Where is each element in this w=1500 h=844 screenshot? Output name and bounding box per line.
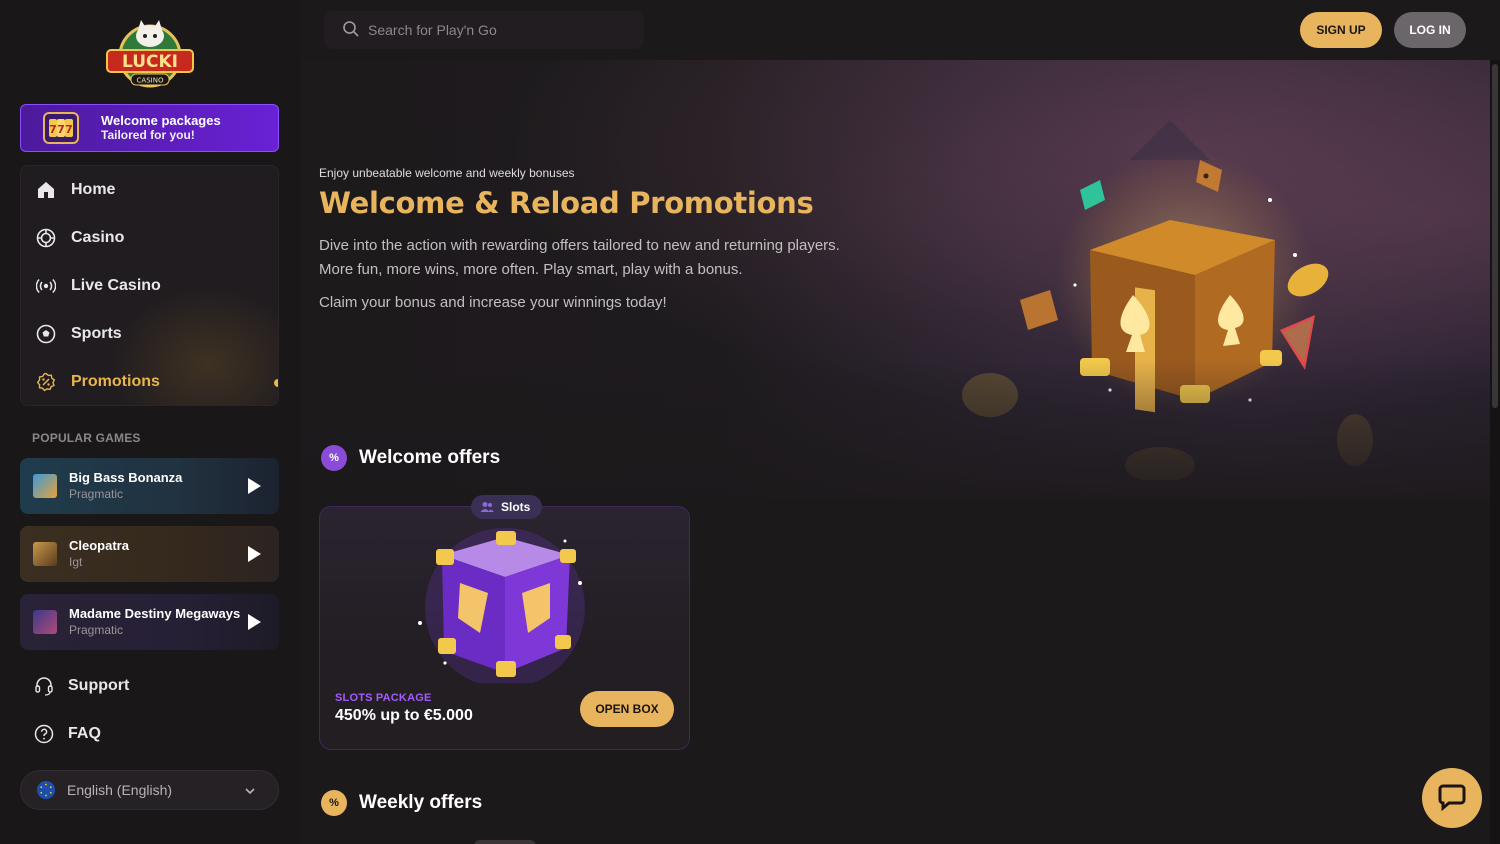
search-placeholder: Search for Play'n Go [368,22,497,38]
language-value: English (English) [67,782,173,798]
sidebar: LUCKI CASINO 7 7 7 Welcome packages Tail… [0,0,300,844]
log-in-button[interactable]: LOG IN [1394,12,1466,48]
nav-item-promotions[interactable]: Promotions [21,358,278,405]
support-link[interactable]: Support [34,674,129,698]
play-icon[interactable] [248,614,261,630]
search-icon [342,20,360,41]
chat-bubble-icon [1437,781,1467,816]
nav-item-label: Casino [71,229,125,246]
welcome-packages-banner[interactable]: 7 7 7 Welcome packages Tailored for you! [20,104,279,152]
question-circle-icon [34,724,54,744]
headset-icon [34,676,54,696]
group-icon [480,501,494,513]
svg-text:CASINO: CASINO [137,77,164,85]
hero-description-line: More fun, more wins, more often. Play sm… [319,261,743,278]
nav-item-sports[interactable]: Sports [21,310,278,358]
faq-label: FAQ [68,725,101,742]
tag-label: Slots [501,500,531,514]
welcome-packages-title: Welcome packages [101,113,221,128]
play-icon[interactable] [248,546,261,562]
next-card-tag [474,840,536,844]
nav-item-label: Promotions [71,373,160,390]
welcome-offers-heading: % Welcome offers [321,445,500,471]
home-icon [35,179,57,201]
main-content: Enjoy unbeatable welcome and weekly bonu… [300,60,1490,844]
play-icon[interactable] [248,478,261,494]
popular-games-label: POPULAR GAMES [32,431,141,445]
game-name: Big Bass Bonanza [69,470,183,485]
percent-badge-icon: % [321,790,347,816]
svg-text:7: 7 [49,123,57,136]
hero-kicker: Enjoy unbeatable welcome and weekly bonu… [319,166,575,180]
search-input[interactable]: Search for Play'n Go [324,11,644,49]
hero-description-line: Dive into the action with rewarding offe… [319,237,840,254]
lucki-casino-logo[interactable]: LUCKI CASINO [105,12,195,90]
hero-claim: Claim your bonus and increase your winni… [319,294,667,311]
game-name: Cleopatra [69,538,129,553]
game-item-cleopatra[interactable]: Cleopatra Igt [20,526,279,582]
nav-item-home[interactable]: Home [21,166,278,214]
game-provider: Igt [69,555,83,569]
section-title: Weekly offers [359,792,483,813]
game-name: Madame Destiny Megaways [69,606,241,621]
casino-chip-icon [35,227,57,249]
svg-text:LUCKI: LUCKI [122,52,178,72]
game-provider: Pragmatic [69,487,124,501]
nav-item-label: Live Casino [71,277,161,294]
nav-item-live-casino[interactable]: Live Casino [21,262,278,310]
game-thumbnail [33,610,57,634]
game-provider: Pragmatic [69,623,124,637]
purple-box-illustration [400,523,610,688]
welcome-offer-card[interactable]: Slots SLOTS PACKAGE 450% up to €5.000 OP… [319,495,690,750]
section-title: Welcome offers [359,447,501,468]
promotion-badge-icon [35,371,57,393]
support-label: Support [68,677,130,694]
offer-title: 450% up to €5.000 [335,707,473,724]
nav-item-casino[interactable]: Casino [21,214,278,262]
live-broadcast-icon [35,275,57,297]
page-title: Welcome & Reload Promotions [319,186,814,220]
percent-badge-icon: % [321,445,347,471]
faq-link[interactable]: FAQ [34,722,101,746]
soccer-ball-icon [35,323,57,345]
svg-text:7: 7 [65,123,73,136]
hero-description: Dive into the action with rewarding offe… [319,234,919,282]
sign-up-button[interactable]: SIGN UP [1300,12,1382,48]
open-box-button[interactable]: OPEN BOX [580,691,674,727]
main-nav: Home Casino Live Casino Sports Promotion… [20,165,279,406]
nav-item-label: Home [71,181,116,198]
game-item-madame-destiny-megaways[interactable]: Madame Destiny Megaways Pragmatic [20,594,279,650]
active-indicator [274,379,278,387]
game-thumbnail [33,542,57,566]
game-item-big-bass-bonanza[interactable]: Big Bass Bonanza Pragmatic [20,458,279,514]
slots-tag: Slots [471,495,543,519]
game-thumbnail [33,474,57,498]
welcome-packages-subtitle: Tailored for you! [101,128,195,142]
live-chat-button[interactable] [1422,768,1482,828]
svg-text:7: 7 [57,123,65,136]
language-select[interactable]: English (English) [20,770,279,810]
scrollbar-thumb[interactable] [1492,64,1498,408]
nav-item-label: Sports [71,325,122,342]
offer-kicker: SLOTS PACKAGE [335,692,432,704]
eu-flag-icon [37,781,55,799]
slot-777-icon: 7 7 7 [41,109,81,147]
weekly-offers-heading: % Weekly offers [321,790,482,816]
chevron-down-icon [244,784,256,800]
